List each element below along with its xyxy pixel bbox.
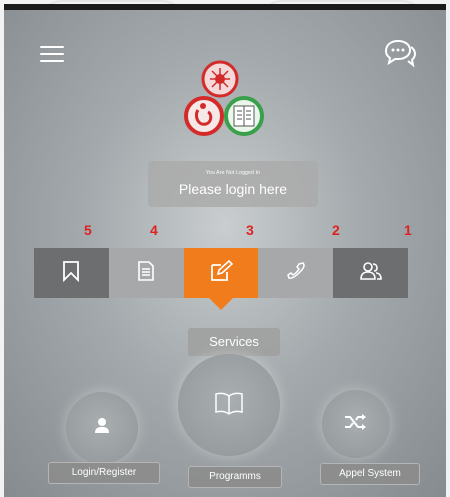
tab-users[interactable]	[333, 248, 408, 298]
edit-icon	[209, 259, 234, 287]
services-label: Services	[188, 328, 280, 356]
document-icon	[135, 260, 157, 287]
annotation-label: 4	[150, 222, 158, 238]
hamburger-menu-icon[interactable]	[40, 46, 64, 62]
app-screen: You Are Not Logged In Please login here …	[4, 4, 446, 497]
appel-system-button[interactable]	[322, 390, 390, 458]
shuffle-icon	[344, 413, 368, 436]
login-register-label[interactable]: Login/Register	[48, 462, 160, 484]
annotation-label: 3	[246, 222, 254, 238]
annotation-label: 2	[332, 222, 340, 238]
tab-bookmarks[interactable]	[34, 248, 109, 298]
users-icon	[359, 260, 383, 287]
bookmark-icon	[60, 260, 82, 287]
chat-bubbles-icon[interactable]	[382, 38, 418, 68]
programms-label[interactable]: Programms	[188, 466, 282, 488]
status-strip	[4, 4, 446, 10]
user-icon	[92, 416, 112, 441]
programms-button[interactable]	[178, 354, 280, 456]
book-icon	[214, 391, 244, 420]
login-banner[interactable]: You Are Not Logged In Please login here	[148, 161, 318, 207]
annotation-label: 5	[84, 222, 92, 238]
login-register-button[interactable]	[66, 392, 138, 464]
app-logo	[174, 56, 290, 140]
tab-contact[interactable]	[258, 248, 334, 298]
annotation-label: 1	[404, 222, 412, 238]
tab-edit[interactable]	[183, 248, 259, 310]
appel-system-label[interactable]: Appel System	[320, 463, 420, 485]
login-prompt: Please login here	[178, 181, 288, 197]
tab-documents[interactable]	[108, 248, 184, 298]
tab-bar	[34, 248, 408, 310]
phone-icon	[285, 260, 307, 287]
login-status-text: You Are Not Logged In	[205, 170, 261, 176]
